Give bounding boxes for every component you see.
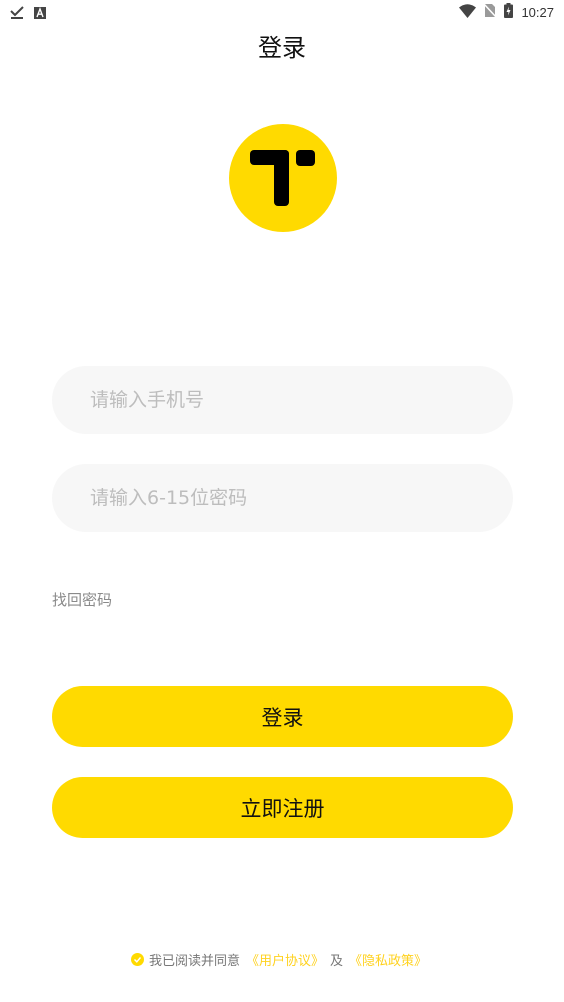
- download-done-icon: [10, 4, 24, 23]
- wifi-icon: [459, 3, 477, 22]
- user-agreement-link[interactable]: 《用户协议》: [246, 950, 324, 969]
- login-button[interactable]: 登录: [52, 686, 513, 747]
- no-sim-icon: [483, 3, 498, 22]
- forgot-password-link[interactable]: 找回密码: [52, 589, 112, 610]
- agreement-and: 及: [330, 954, 344, 969]
- login-screen: 10:27 登录 找回密码 登录 立即注册 我已阅读并同意 《用户协议》 及 《…: [0, 0, 564, 1002]
- agree-checkbox[interactable]: [130, 953, 144, 966]
- phone-input[interactable]: [52, 366, 513, 434]
- text-a-icon: [34, 4, 46, 23]
- check-icon: [133, 957, 141, 963]
- battery-charging-icon: [504, 3, 514, 22]
- password-input[interactable]: [52, 464, 513, 532]
- register-button[interactable]: 立即注册: [52, 777, 513, 838]
- app-logo-icon: [250, 150, 315, 206]
- status-bar: 10:27: [0, 0, 564, 24]
- privacy-policy-link[interactable]: 《隐私政策》: [349, 950, 427, 969]
- page-title: 登录: [258, 34, 306, 62]
- status-time: 10:27: [521, 5, 554, 20]
- agreement-prefix: 我已阅读并同意: [148, 954, 240, 969]
- app-logo: [229, 124, 337, 232]
- agreement-row: 我已阅读并同意 《用户协议》 及 《隐私政策》: [0, 950, 564, 969]
